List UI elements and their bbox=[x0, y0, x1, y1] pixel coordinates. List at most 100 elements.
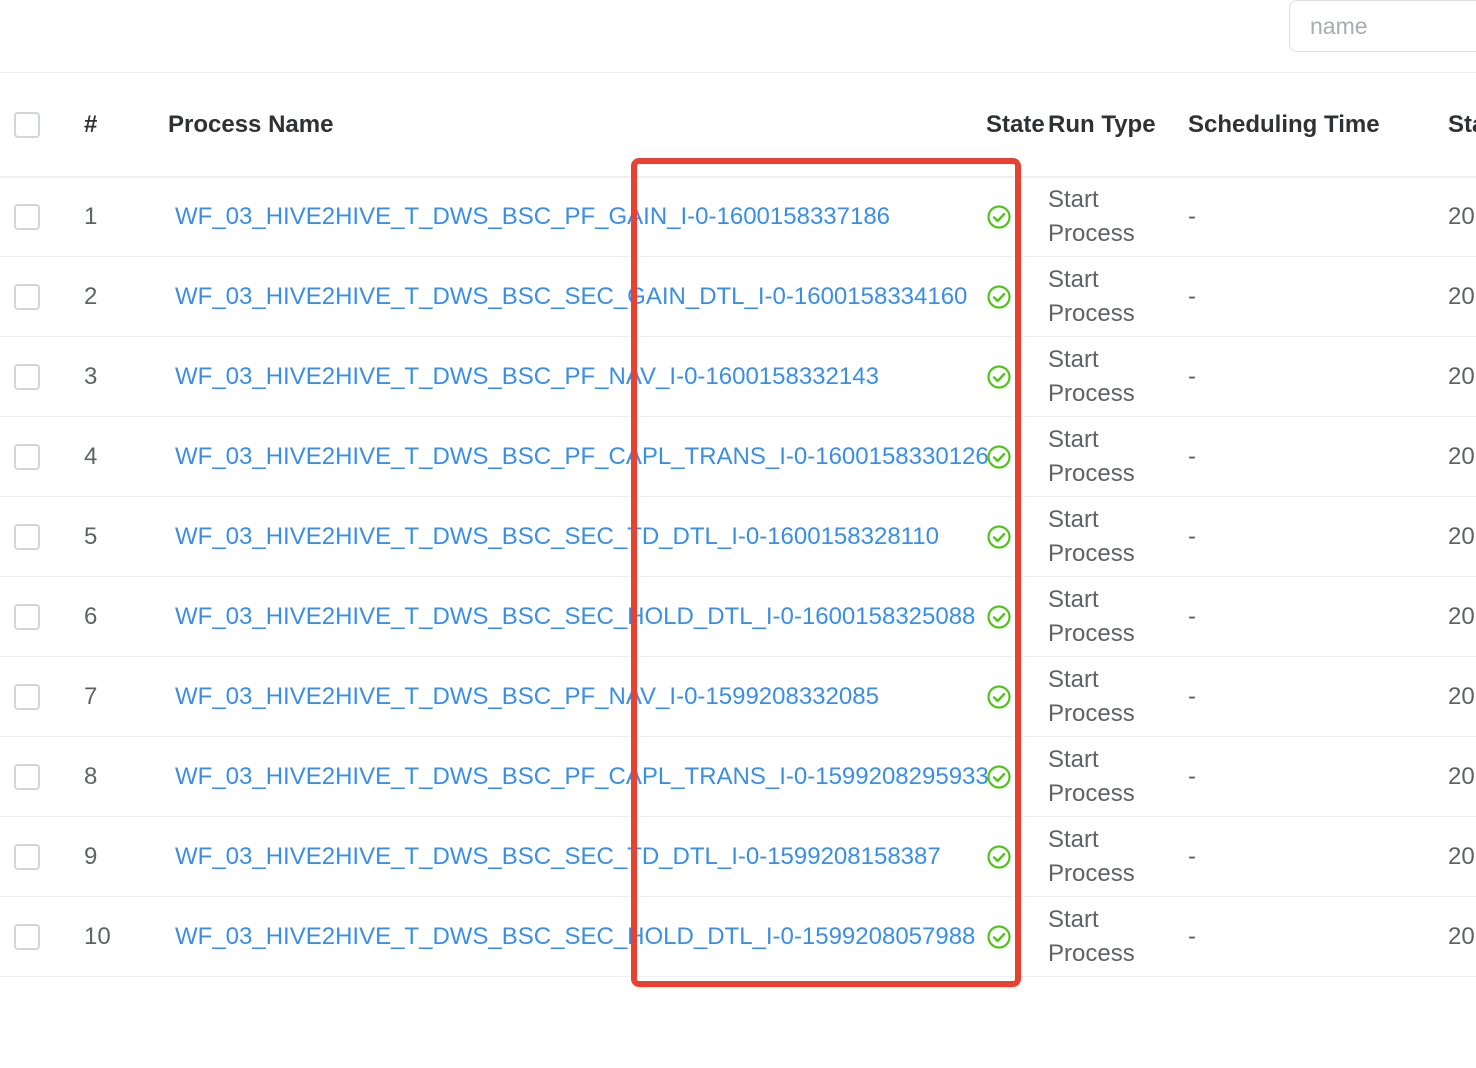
run-type-line-1: Start bbox=[1048, 585, 1099, 613]
run-type-line-2: Process bbox=[1048, 699, 1135, 727]
header-run-type: Run Type bbox=[1048, 111, 1156, 138]
header-state: State bbox=[986, 111, 1045, 138]
row-checkbox[interactable] bbox=[14, 443, 40, 470]
row-checkbox[interactable] bbox=[14, 363, 40, 390]
success-check-icon bbox=[986, 417, 1026, 496]
row-select-cell bbox=[14, 497, 54, 576]
process-name-link[interactable]: WF_03_HIVE2HIVE_T_DWS_BSC_SEC_TD_DTL_I-0… bbox=[175, 523, 939, 551]
row-index: 3 bbox=[84, 362, 98, 390]
run-type-line-1: Start bbox=[1048, 185, 1099, 213]
header-index: # bbox=[84, 111, 98, 138]
row-select-cell bbox=[14, 817, 54, 896]
process-instance-page: # Process Name State Run Type Scheduling… bbox=[0, 0, 1476, 1068]
process-name-link[interactable]: WF_03_HIVE2HIVE_T_DWS_BSC_SEC_TD_DTL_I-0… bbox=[175, 843, 941, 871]
process-name-cell: WF_03_HIVE2HIVE_T_DWS_BSC_SEC_HOLD_DTL_I… bbox=[175, 577, 975, 656]
run-type-line-2: Process bbox=[1048, 859, 1135, 887]
process-name-cell: WF_03_HIVE2HIVE_T_DWS_BSC_SEC_HOLD_DTL_I… bbox=[175, 897, 975, 976]
start-time: 20 bbox=[1448, 922, 1475, 950]
select-all-checkbox[interactable] bbox=[14, 112, 40, 138]
row-index: 6 bbox=[84, 602, 98, 630]
row-index: 7 bbox=[84, 682, 98, 710]
process-name-link[interactable]: WF_03_HIVE2HIVE_T_DWS_BSC_PF_NAV_I-0-160… bbox=[175, 363, 879, 391]
scheduling-time: - bbox=[1188, 362, 1196, 390]
process-name-link[interactable]: WF_03_HIVE2HIVE_T_DWS_BSC_PF_CAPL_TRANS_… bbox=[175, 763, 989, 791]
run-type-cell: Start Process bbox=[1048, 657, 1178, 736]
process-name-link[interactable]: WF_03_HIVE2HIVE_T_DWS_BSC_PF_CAPL_TRANS_… bbox=[175, 443, 989, 471]
run-type-line-2: Process bbox=[1048, 459, 1135, 487]
process-name-cell: WF_03_HIVE2HIVE_T_DWS_BSC_SEC_TD_DTL_I-0… bbox=[175, 817, 975, 896]
table-row: 9 WF_03_HIVE2HIVE_T_DWS_BSC_SEC_TD_DTL_I-… bbox=[0, 817, 1476, 897]
scheduling-time: - bbox=[1188, 682, 1196, 710]
run-type-line-2: Process bbox=[1048, 379, 1135, 407]
header-process-name: Process Name bbox=[168, 111, 334, 138]
start-time: 20 bbox=[1448, 762, 1475, 790]
row-select-cell bbox=[14, 577, 54, 656]
row-select-cell bbox=[14, 737, 54, 816]
table-row: 2 WF_03_HIVE2HIVE_T_DWS_BSC_SEC_GAIN_DTL_… bbox=[0, 257, 1476, 337]
run-type-line-1: Start bbox=[1048, 505, 1099, 533]
process-name-link[interactable]: WF_03_HIVE2HIVE_T_DWS_BSC_SEC_HOLD_DTL_I… bbox=[175, 603, 975, 631]
success-check-icon bbox=[986, 577, 1026, 656]
scheduling-time: - bbox=[1188, 442, 1196, 470]
header-start-time: Sta bbox=[1448, 111, 1476, 138]
run-type-line-1: Start bbox=[1048, 425, 1099, 453]
start-time: 20 bbox=[1448, 522, 1475, 550]
scheduling-time: - bbox=[1188, 202, 1196, 230]
scheduling-time: - bbox=[1188, 522, 1196, 550]
start-time: 20 bbox=[1448, 282, 1475, 310]
row-select-cell bbox=[14, 337, 54, 416]
success-check-icon bbox=[986, 737, 1026, 816]
scheduling-time: - bbox=[1188, 922, 1196, 950]
row-select-cell bbox=[14, 257, 54, 336]
scheduling-time: - bbox=[1188, 282, 1196, 310]
process-name-cell: WF_03_HIVE2HIVE_T_DWS_BSC_PF_CAPL_TRANS_… bbox=[175, 737, 989, 816]
table-header: # Process Name State Run Type Scheduling… bbox=[0, 74, 1476, 178]
start-time: 20 bbox=[1448, 682, 1475, 710]
run-type-line-2: Process bbox=[1048, 779, 1135, 807]
run-type-cell: Start Process bbox=[1048, 337, 1178, 416]
row-checkbox[interactable] bbox=[14, 923, 40, 950]
run-type-cell: Start Process bbox=[1048, 897, 1178, 976]
toolbar-divider bbox=[0, 72, 1476, 73]
process-name-link[interactable]: WF_03_HIVE2HIVE_T_DWS_BSC_PF_NAV_I-0-159… bbox=[175, 683, 879, 711]
success-check-icon bbox=[986, 497, 1026, 576]
process-name-link[interactable]: WF_03_HIVE2HIVE_T_DWS_BSC_SEC_HOLD_DTL_I… bbox=[175, 923, 975, 951]
table-row: 8 WF_03_HIVE2HIVE_T_DWS_BSC_PF_CAPL_TRANS… bbox=[0, 737, 1476, 817]
start-time: 20 bbox=[1448, 842, 1475, 870]
process-name-cell: WF_03_HIVE2HIVE_T_DWS_BSC_SEC_GAIN_DTL_I… bbox=[175, 257, 975, 336]
table-row: 4 WF_03_HIVE2HIVE_T_DWS_BSC_PF_CAPL_TRANS… bbox=[0, 417, 1476, 497]
row-checkbox[interactable] bbox=[14, 843, 40, 870]
success-check-icon bbox=[986, 257, 1026, 336]
row-checkbox[interactable] bbox=[14, 203, 40, 230]
row-checkbox[interactable] bbox=[14, 683, 40, 710]
process-name-cell: WF_03_HIVE2HIVE_T_DWS_BSC_PF_GAIN_I-0-16… bbox=[175, 177, 975, 256]
row-checkbox[interactable] bbox=[14, 283, 40, 310]
process-name-cell: WF_03_HIVE2HIVE_T_DWS_BSC_PF_NAV_I-0-159… bbox=[175, 657, 975, 736]
table-row: 7 WF_03_HIVE2HIVE_T_DWS_BSC_PF_NAV_I-0-15… bbox=[0, 657, 1476, 737]
success-check-icon bbox=[986, 897, 1026, 976]
row-checkbox[interactable] bbox=[14, 763, 40, 790]
row-select-cell bbox=[14, 897, 54, 976]
run-type-line-1: Start bbox=[1048, 905, 1099, 933]
row-select-cell bbox=[14, 657, 54, 736]
row-select-cell bbox=[14, 177, 54, 256]
start-time: 20 bbox=[1448, 602, 1475, 630]
row-index: 1 bbox=[84, 202, 98, 230]
process-name-link[interactable]: WF_03_HIVE2HIVE_T_DWS_BSC_SEC_GAIN_DTL_I… bbox=[175, 283, 967, 311]
search-input[interactable] bbox=[1289, 0, 1476, 52]
row-checkbox[interactable] bbox=[14, 603, 40, 630]
run-type-line-2: Process bbox=[1048, 219, 1135, 247]
success-check-icon bbox=[986, 817, 1026, 896]
process-name-link[interactable]: WF_03_HIVE2HIVE_T_DWS_BSC_PF_GAIN_I-0-16… bbox=[175, 203, 890, 231]
run-type-cell: Start Process bbox=[1048, 417, 1178, 496]
header-select-all-cell bbox=[14, 74, 54, 176]
run-type-line-2: Process bbox=[1048, 539, 1135, 567]
run-type-line-1: Start bbox=[1048, 825, 1099, 853]
process-name-cell: WF_03_HIVE2HIVE_T_DWS_BSC_PF_CAPL_TRANS_… bbox=[175, 417, 989, 496]
table-row: 5 WF_03_HIVE2HIVE_T_DWS_BSC_SEC_TD_DTL_I-… bbox=[0, 497, 1476, 577]
success-check-icon bbox=[986, 177, 1026, 256]
process-name-cell: WF_03_HIVE2HIVE_T_DWS_BSC_PF_NAV_I-0-160… bbox=[175, 337, 975, 416]
table-row: 10 WF_03_HIVE2HIVE_T_DWS_BSC_SEC_HOLD_DTL… bbox=[0, 897, 1476, 977]
row-checkbox[interactable] bbox=[14, 523, 40, 550]
scheduling-time: - bbox=[1188, 842, 1196, 870]
